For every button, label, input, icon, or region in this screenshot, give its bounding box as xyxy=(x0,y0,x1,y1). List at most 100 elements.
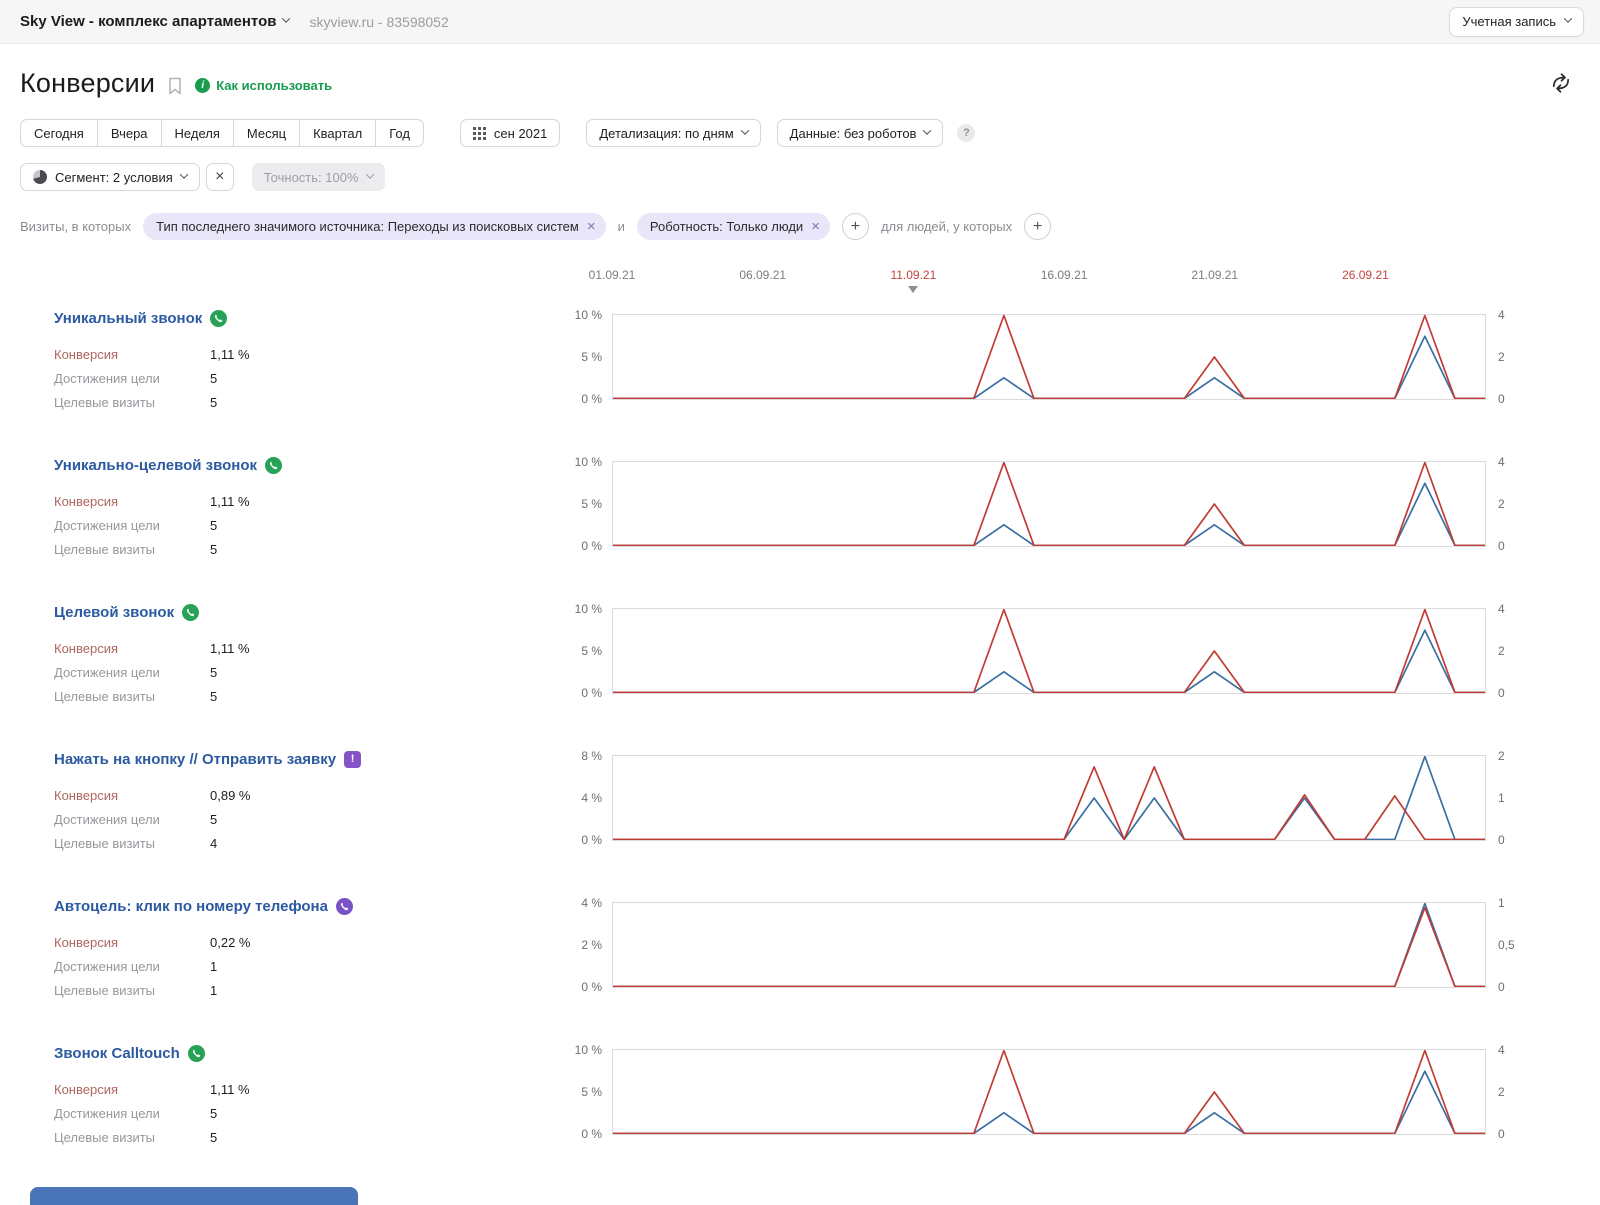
conversion-label: Конверсия xyxy=(54,1082,210,1097)
target-visits-value: 5 xyxy=(210,689,217,704)
accuracy-dropdown[interactable]: Точность: 100% xyxy=(252,163,385,191)
share-arrows-icon[interactable] xyxy=(1550,72,1572,99)
target-visits-value: 5 xyxy=(210,542,217,557)
period-button[interactable]: Сегодня xyxy=(20,119,98,147)
goal-chart[interactable] xyxy=(612,461,1486,547)
page-title: Конверсии xyxy=(20,68,155,99)
target-visits-value: 4 xyxy=(210,836,217,851)
period-button-group: Сегодня Вчера Неделя Месяц Квартал Год xyxy=(20,119,424,147)
chevron-down-icon xyxy=(740,126,748,134)
filters-prefix-label: Визиты, в которых xyxy=(20,219,131,234)
conversion-value: 1,11 % xyxy=(210,1082,250,1097)
chip-close-icon[interactable]: × xyxy=(811,219,820,234)
goal-reaches-label: Достижения цели xyxy=(54,665,210,680)
date-marker-icon xyxy=(908,286,918,298)
target-visits-label: Целевые визиты xyxy=(54,542,210,557)
goal-chart[interactable] xyxy=(612,1049,1486,1135)
conversion-value: 0,22 % xyxy=(210,935,250,950)
goal-reaches-label: Достижения цели xyxy=(54,1106,210,1121)
chevron-down-icon xyxy=(282,14,290,22)
account-button[interactable]: Учетная запись xyxy=(1449,7,1584,37)
period-button[interactable]: Вчера xyxy=(97,119,162,147)
left-axis-ticks: 10 % 5 % 0 % xyxy=(556,461,612,547)
help-icon[interactable]: ? xyxy=(957,124,975,142)
chevron-down-icon xyxy=(923,126,931,134)
calendar-button[interactable]: сен 2021 xyxy=(460,119,560,147)
goal-title-link[interactable]: Автоцель: клик по номеру телефона xyxy=(54,898,328,915)
accuracy-dropdown-label: Точность: 100% xyxy=(264,170,359,185)
left-axis-ticks: 4 % 2 % 0 % xyxy=(556,902,612,988)
goal-type-icon xyxy=(336,898,353,915)
axis-date-label: 01.09.21 xyxy=(589,268,636,282)
conversion-label: Конверсия xyxy=(54,788,210,803)
conversion-label: Конверсия xyxy=(54,347,210,362)
counter-selector[interactable]: Sky View - комплекс апартаментов xyxy=(20,13,289,30)
detail-dropdown[interactable]: Детализация: по дням xyxy=(586,119,760,147)
date-axis: 01.09.2106.09.2111.09.2116.09.2121.09.21… xyxy=(0,264,1600,300)
add-user-condition-button[interactable]: + xyxy=(1024,213,1051,240)
target-visits-value: 5 xyxy=(210,1130,217,1145)
conversion-label: Конверсия xyxy=(54,494,210,509)
conversion-value: 0,89 % xyxy=(210,788,250,803)
target-visits-label: Целевые визиты xyxy=(54,836,210,851)
goal-type-icon: ! xyxy=(344,751,361,768)
goal-chart[interactable] xyxy=(612,608,1486,694)
goal-section: Нажать на кнопку // Отправить заявку ! К… xyxy=(0,747,1600,855)
goal-reaches-label: Достижения цели xyxy=(54,959,210,974)
data-dropdown[interactable]: Данные: без роботов xyxy=(777,119,944,147)
how-to-use-label: Как использовать xyxy=(216,78,332,93)
target-visits-value: 1 xyxy=(210,983,217,998)
filter-chip[interactable]: Тип последнего значимого источника: Пере… xyxy=(143,213,606,240)
conversion-value: 1,11 % xyxy=(210,347,250,362)
chevron-down-icon xyxy=(365,170,373,178)
topbar: Sky View - комплекс апартаментов skyview… xyxy=(0,0,1600,44)
segment-clear-button[interactable]: × xyxy=(206,163,234,191)
goal-title-link[interactable]: Нажать на кнопку // Отправить заявку xyxy=(54,751,336,768)
goal-reaches-value: 5 xyxy=(210,665,217,680)
goal-chart[interactable] xyxy=(612,755,1486,841)
right-axis-ticks: 4 2 0 xyxy=(1486,314,1530,400)
right-axis-ticks: 2 1 0 xyxy=(1486,755,1530,841)
goal-chart[interactable] xyxy=(612,314,1486,400)
goal-type-icon xyxy=(210,310,227,327)
conversion-label: Конверсия xyxy=(54,641,210,656)
goal-reaches-label: Достижения цели xyxy=(54,518,210,533)
filter-chip[interactable]: Роботность: Только люди × xyxy=(637,213,830,240)
goal-title-link[interactable]: Уникальный звонок xyxy=(54,310,202,327)
filters-conjunction-label: и xyxy=(618,219,625,234)
add-condition-button[interactable]: + xyxy=(842,213,869,240)
goal-title-link[interactable]: Уникально-целевой звонок xyxy=(54,457,257,474)
axis-date-label: 21.09.21 xyxy=(1191,268,1238,282)
right-axis-ticks: 1 0,5 0 xyxy=(1486,902,1530,988)
period-button[interactable]: Месяц xyxy=(233,119,300,147)
how-to-use-link[interactable]: i Как использовать xyxy=(195,78,332,93)
goal-title-link[interactable]: Звонок Calltouch xyxy=(54,1045,180,1062)
bottom-widget-partial[interactable] xyxy=(30,1187,358,1205)
chip-close-icon[interactable]: × xyxy=(587,219,596,234)
bookmark-icon[interactable] xyxy=(167,77,183,95)
pie-chart-icon xyxy=(33,170,47,184)
right-axis-ticks: 4 2 0 xyxy=(1486,461,1530,547)
axis-date-label: 16.09.21 xyxy=(1041,268,1088,282)
goal-section: Уникально-целевой звонок Конверсия 1,11 … xyxy=(0,453,1600,561)
segment-button[interactable]: Сегмент: 2 условия xyxy=(20,163,200,191)
goal-title-link[interactable]: Целевой звонок xyxy=(54,604,174,621)
goal-chart[interactable] xyxy=(612,902,1486,988)
filter-chip-label: Роботность: Только люди xyxy=(650,219,803,234)
chevron-down-icon xyxy=(1564,14,1572,22)
target-visits-label: Целевые визиты xyxy=(54,689,210,704)
period-button[interactable]: Неделя xyxy=(161,119,234,147)
period-button[interactable]: Год xyxy=(375,119,424,147)
goal-type-icon xyxy=(265,457,282,474)
goal-reaches-label: Достижения цели xyxy=(54,371,210,386)
account-button-label: Учетная запись xyxy=(1462,14,1556,29)
data-dropdown-label: Данные: без роботов xyxy=(790,126,917,141)
conversion-value: 1,11 % xyxy=(210,494,250,509)
left-axis-ticks: 10 % 5 % 0 % xyxy=(556,608,612,694)
period-button[interactable]: Квартал xyxy=(299,119,376,147)
filters-suffix-label: для людей, у которых xyxy=(881,219,1012,234)
target-visits-value: 5 xyxy=(210,395,217,410)
target-visits-label: Целевые визиты xyxy=(54,1130,210,1145)
left-axis-ticks: 10 % 5 % 0 % xyxy=(556,1049,612,1135)
detail-dropdown-label: Детализация: по дням xyxy=(599,126,733,141)
